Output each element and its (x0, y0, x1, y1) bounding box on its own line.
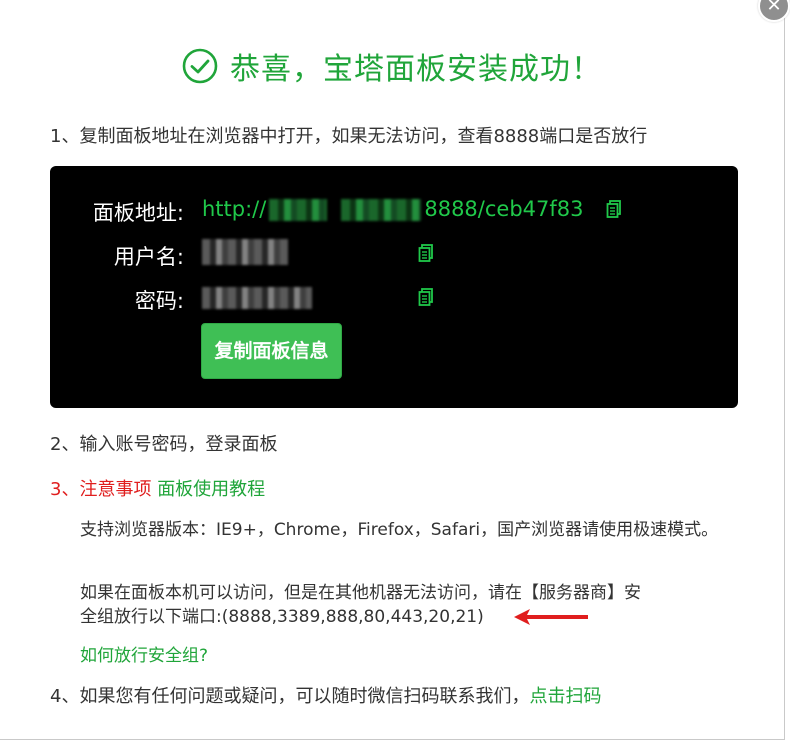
panel-address-prefix: http:// (202, 197, 267, 221)
panel-tutorial-link[interactable]: 面板使用教程 (157, 479, 265, 500)
panel-address-value[interactable]: http:// 8888/ceb47f83 (202, 197, 584, 221)
step-4-text: 4、如果您有任何问题或疑问，可以随时微信扫码联系我们， (50, 686, 530, 707)
panel-address-suffix: 8888/ceb47f83 (424, 197, 584, 221)
address-redacted-2 (341, 199, 422, 221)
address-redacted-1 (269, 199, 328, 221)
security-group-link[interactable]: 如何放行安全组? (80, 644, 750, 668)
copy-icon[interactable] (418, 244, 434, 262)
dialog-title: 恭喜，宝塔面板安装成功！ (230, 52, 602, 87)
ports-note-line-1: 如果在面板本机可以访问，但是在其他机器无法访问，请在【服务器商】安 (80, 583, 641, 603)
step-3-notice: 3、注意事项 (50, 479, 152, 500)
panel-address-label: 面板地址: (92, 201, 184, 225)
arrow-left-icon (514, 609, 588, 625)
step-3-row: 3、注意事项 面板使用教程 (50, 475, 265, 501)
username-value[interactable] (202, 239, 288, 265)
copy-icon[interactable] (606, 200, 622, 218)
copy-icon[interactable] (418, 288, 434, 306)
step-1-text: 1、复制面板地址在浏览器中打开，如果无法访问，查看8888端口是否放行 (50, 126, 648, 147)
install-success-dialog: ✕ 恭喜，宝塔面板安装成功！ 1、复制面板地址在浏览器中打开，如果无法访问，查看… (0, 0, 790, 740)
dialog-title-row: 恭喜，宝塔面板安装成功！ (0, 42, 784, 90)
password-redacted (202, 287, 312, 309)
copy-panel-info-button[interactable]: 复制面板信息 (201, 323, 342, 379)
ports-note: 如果在面板本机可以访问，但是在其他机器无法访问，请在【服务器商】安 全组放行以下… (80, 581, 750, 629)
step-2-text: 2、输入账号密码，登录面板 (50, 434, 278, 455)
step-4-row: 4、如果您有任何问题或疑问，可以随时微信扫码联系我们，点击扫码 (50, 682, 601, 708)
scan-qr-link[interactable]: 点击扫码 (529, 686, 601, 707)
password-label: 密码: (134, 289, 184, 313)
browser-support-note: 支持浏览器版本：IE9+，Chrome，Firefox，Safari，国产浏览器… (80, 520, 719, 540)
username-label: 用户名: (113, 245, 184, 269)
username-redacted (202, 239, 288, 265)
check-circle-icon (182, 48, 218, 84)
ports-note-line-2: 全组放行以下端口:(8888,3389,888,80,443,20,21) (80, 607, 484, 627)
close-icon[interactable]: ✕ (758, 0, 790, 22)
password-value[interactable] (202, 285, 312, 309)
